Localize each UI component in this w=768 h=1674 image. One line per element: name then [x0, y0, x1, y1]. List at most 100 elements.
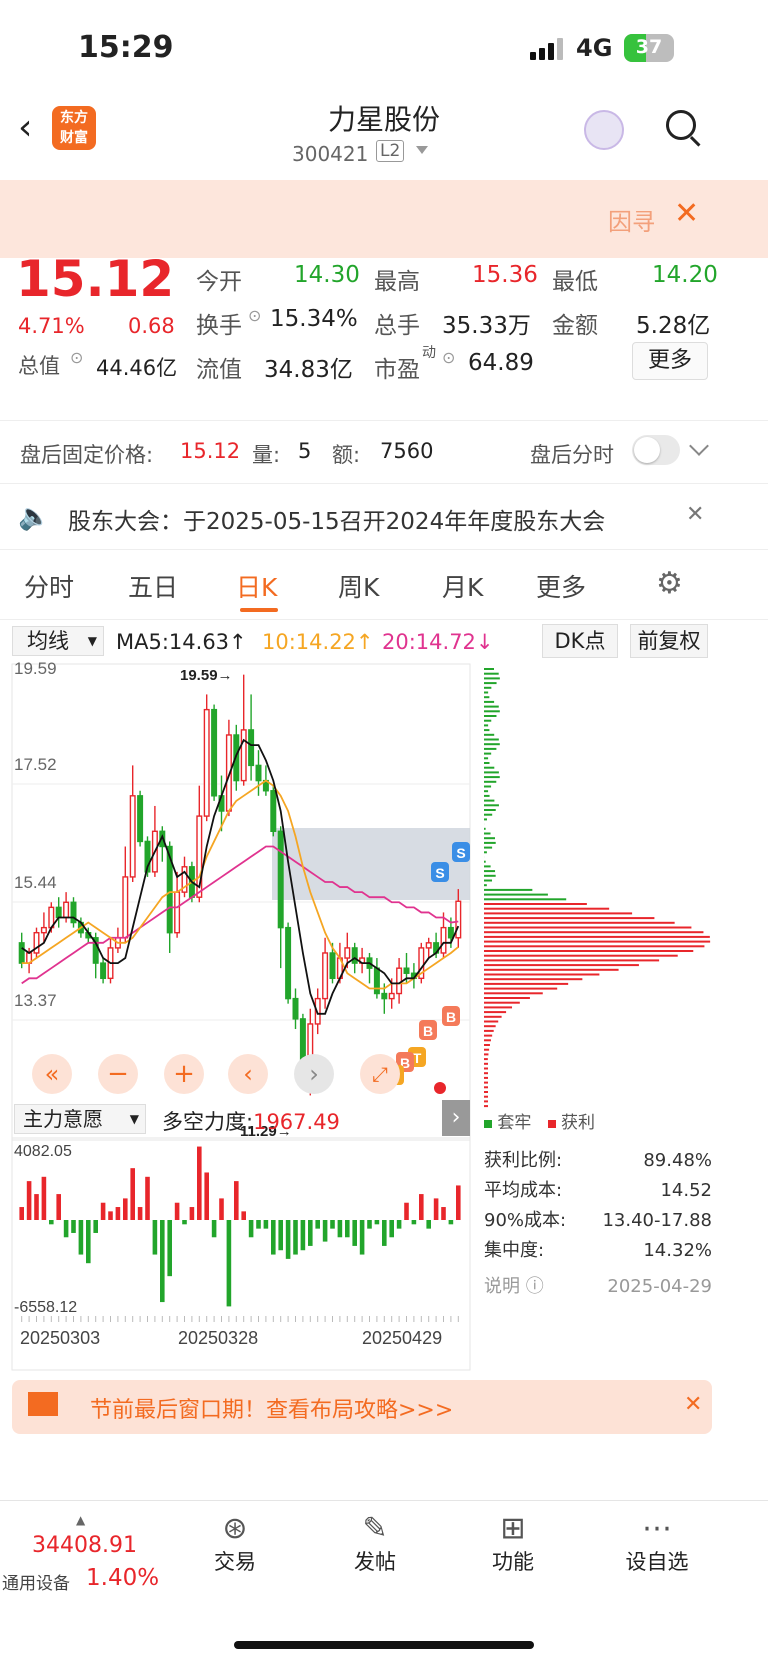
flow-bar	[153, 1220, 158, 1255]
chip-bar	[484, 1044, 490, 1046]
candle	[293, 999, 298, 1019]
flow-bar	[71, 1220, 76, 1233]
flow-bar	[108, 1211, 113, 1220]
ah-timeline-label: 盘后分时	[530, 439, 614, 469]
trade-marker-label: S	[435, 865, 444, 881]
zoom-in-button[interactable]: +	[164, 1054, 204, 1094]
live-dot	[434, 1082, 446, 1094]
chip-bar	[484, 959, 659, 961]
chip-bar	[484, 889, 532, 891]
chip-bar	[484, 851, 487, 853]
chip-bar	[484, 706, 499, 708]
flow-bar	[278, 1220, 283, 1250]
notice-text: 因寻	[608, 202, 654, 237]
level-badge: L2	[376, 140, 404, 162]
close-icon[interactable]: ✕	[686, 502, 704, 527]
chip-bar	[484, 833, 491, 835]
promo-banner[interactable]: 节前最后窗口期！查看布局攻略>>> ✕	[12, 1380, 712, 1434]
flow-bar	[182, 1220, 187, 1224]
prev-button[interactable]: ‹	[228, 1054, 268, 1094]
chip-bar	[484, 950, 693, 952]
zoom-out-button[interactable]: −	[98, 1054, 138, 1094]
flow-bar	[116, 1207, 121, 1220]
scroll-left-button[interactable]: «	[32, 1054, 72, 1094]
network-label: 4G	[576, 34, 612, 62]
dk-point-button[interactable]: DK点	[542, 624, 618, 658]
mktcap-value: 44.46亿	[96, 352, 177, 382]
info-icon[interactable]: ⊙	[248, 306, 261, 325]
ma-selector[interactable]: 均线 ▼	[12, 626, 104, 656]
chip-bar	[484, 668, 494, 670]
edit-icon: ✎	[340, 1511, 410, 1546]
nav-watchlist[interactable]: ⋯设自选	[612, 1511, 702, 1576]
chip-bar	[484, 969, 619, 971]
candle	[352, 948, 357, 963]
info-icon[interactable]: ⊙	[442, 348, 455, 367]
close-icon[interactable]: ✕	[674, 196, 699, 231]
tab-more[interactable]: 更多	[536, 568, 586, 604]
fullscreen-button[interactable]: ⤢	[360, 1054, 400, 1094]
chip-bar	[484, 767, 494, 769]
chip-bar	[484, 974, 599, 976]
chip-bar	[484, 1006, 512, 1008]
turnover-value: 15.34%	[270, 306, 358, 332]
chip-bar	[484, 715, 496, 717]
flow-bar	[352, 1220, 357, 1246]
flow-bar	[389, 1220, 394, 1237]
chip-bar	[484, 945, 704, 947]
flow-bar	[271, 1220, 276, 1255]
next-button[interactable]: ›	[294, 1054, 334, 1094]
trade-marker-label: B	[446, 1009, 456, 1025]
ma-selector-label: 均线	[27, 629, 69, 653]
info-icon[interactable]: ⊙	[70, 348, 83, 367]
chevron-down-icon[interactable]	[689, 436, 709, 456]
announcement-bar[interactable]: 🔈 股东大会：于2025-05-15召开2024年年度股东大会 ✕	[0, 484, 768, 550]
adjust-button[interactable]: 前复权	[630, 624, 708, 658]
chip-bar	[484, 1002, 520, 1004]
more-button[interactable]: 更多	[632, 342, 708, 380]
indicator-selector[interactable]: 主力意愿▼	[14, 1104, 146, 1134]
nav-functions[interactable]: ⊞功能	[478, 1511, 548, 1576]
chip-bar	[484, 729, 489, 731]
search-icon[interactable]	[666, 110, 702, 146]
tab-weekly-k[interactable]: 周K	[338, 568, 379, 604]
tab-monthly-k[interactable]: 月K	[442, 568, 483, 604]
flow-max-label: 4082.05	[14, 1143, 72, 1160]
signal-icon	[530, 38, 566, 60]
ah-timeline-toggle[interactable]	[632, 435, 680, 465]
nav-trade[interactable]: ⊛交易	[200, 1511, 270, 1576]
flow-bar	[42, 1177, 47, 1220]
robot-assistant-icon[interactable]	[584, 110, 624, 150]
candle	[123, 877, 128, 938]
candle	[101, 963, 106, 978]
candle	[441, 928, 446, 953]
flow-bar	[360, 1220, 365, 1255]
candle	[397, 968, 402, 993]
flow-bar	[56, 1194, 61, 1220]
y-tick-label: 13.37	[14, 991, 57, 1010]
nav-post[interactable]: ✎发帖	[340, 1511, 410, 1576]
date-label: 20250328	[178, 1328, 258, 1348]
chip-bar	[484, 880, 492, 882]
dropdown-icon[interactable]	[416, 146, 428, 154]
gear-icon[interactable]: ⚙	[656, 566, 683, 601]
chip-bar	[484, 1053, 488, 1055]
ma5-label: MA5:14.63↑	[116, 630, 247, 654]
tab-daily-k[interactable]: 日K	[236, 568, 277, 604]
tab-five-day[interactable]: 五日	[128, 568, 178, 604]
announcement-text: 股东大会：于2025-05-15召开2024年年度股东大会	[68, 502, 605, 536]
trade-marker-label: S	[456, 845, 465, 861]
chip-bar	[484, 931, 703, 933]
chart-tabs: 分时 五日 日K 周K 月K 更多 ⚙	[0, 550, 768, 620]
float-label: 流值	[196, 350, 242, 384]
tab-intraday[interactable]: 分时	[24, 568, 74, 604]
index-widget[interactable]: ▲ 34408.91 通用设备 1.40%	[0, 1513, 170, 1603]
home-indicator	[234, 1641, 534, 1649]
panel-expand-button[interactable]: ›	[442, 1100, 470, 1136]
open-label: 今开	[196, 262, 242, 296]
ma-toolbar: 均线 ▼ MA5:14.63↑ 10:14.22↑ 20:14.72↓ DK点 …	[0, 620, 768, 660]
after-hours-bar: 盘后固定价格: 15.12 量: 5 额: 7560 盘后分时	[0, 420, 768, 484]
quote-panel: 15.12 4.71% 0.68 今开 14.30 最高 15.36 最低 14…	[0, 258, 768, 418]
candle	[271, 791, 276, 832]
candle	[42, 928, 47, 933]
